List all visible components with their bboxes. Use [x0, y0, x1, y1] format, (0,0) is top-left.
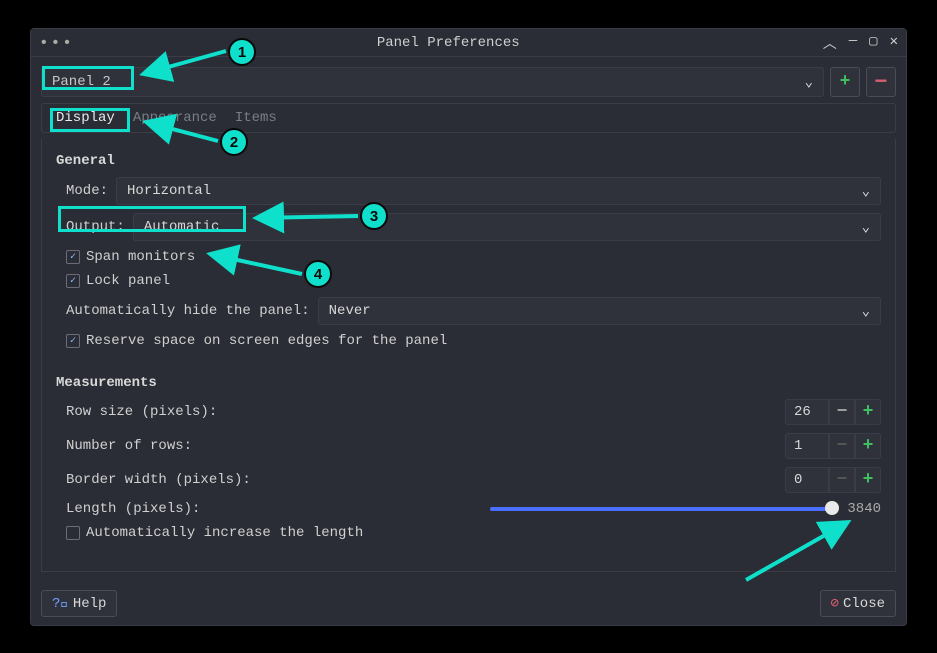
- num-rows-input[interactable]: 1: [785, 433, 829, 459]
- num-rows-increment[interactable]: +: [855, 433, 881, 459]
- length-row: Length (pixels): 3840: [66, 501, 881, 517]
- row-size-decrement[interactable]: −: [829, 399, 855, 425]
- window-controls: ︿ — ▢ ✕: [823, 33, 898, 53]
- length-label: Length (pixels):: [66, 501, 200, 517]
- content: Panel 2 ⌄ + − Display Appearance Items G…: [31, 57, 906, 582]
- tab-body: General Mode: Horizontal ⌄ Output: Autom…: [41, 139, 896, 572]
- mode-value: Horizontal: [127, 183, 211, 199]
- help-icon: ?⃝: [52, 596, 69, 612]
- reserve-space-checkbox[interactable]: [66, 334, 80, 348]
- tab-display[interactable]: Display: [56, 110, 115, 126]
- panel-preferences-window: ••• Panel Preferences ︿ — ▢ ✕ Panel 2 ⌄ …: [30, 28, 907, 626]
- span-monitors-label: Span monitors: [86, 249, 195, 265]
- chevron-down-icon: ⌄: [862, 219, 870, 236]
- row-size-label: Row size (pixels):: [66, 404, 785, 420]
- panel-selector-row: Panel 2 ⌄ + −: [41, 67, 896, 97]
- tab-bar: Display Appearance Items: [41, 103, 896, 133]
- lock-panel-row: Lock panel: [66, 273, 881, 289]
- footer: ?⃝ Help ⊘ Close: [31, 582, 906, 625]
- lock-panel-checkbox[interactable]: [66, 274, 80, 288]
- autohide-select[interactable]: Never ⌄: [318, 297, 881, 325]
- close-icon: ⊘: [831, 595, 839, 612]
- window-title: Panel Preferences: [74, 35, 823, 51]
- tab-items[interactable]: Items: [235, 110, 277, 126]
- num-rows-label: Number of rows:: [66, 438, 785, 454]
- titlebar: ••• Panel Preferences ︿ — ▢ ✕: [31, 29, 906, 57]
- help-label: Help: [73, 596, 107, 612]
- row-size-input[interactable]: 26: [785, 399, 829, 425]
- window-up-icon[interactable]: ︿: [823, 33, 837, 53]
- mode-label: Mode:: [66, 183, 108, 199]
- minimize-icon[interactable]: —: [849, 33, 857, 53]
- span-monitors-checkbox[interactable]: [66, 250, 80, 264]
- output-label: Output:: [66, 219, 125, 235]
- output-row: Output: Automatic ⌄: [66, 213, 881, 241]
- reserve-space-row: Reserve space on screen edges for the pa…: [66, 333, 881, 349]
- help-button[interactable]: ?⃝ Help: [41, 590, 117, 617]
- border-width-input[interactable]: 0: [785, 467, 829, 493]
- border-width-increment[interactable]: +: [855, 467, 881, 493]
- slider-thumb[interactable]: [825, 501, 839, 515]
- autohide-label: Automatically hide the panel:: [66, 303, 310, 319]
- close-label: Close: [843, 596, 885, 612]
- row-size-increment[interactable]: +: [855, 399, 881, 425]
- close-window-icon[interactable]: ✕: [890, 33, 898, 53]
- auto-increase-row: Automatically increase the length: [66, 525, 881, 541]
- auto-increase-label: Automatically increase the length: [86, 525, 363, 541]
- chevron-down-icon: ⌄: [862, 183, 870, 200]
- lock-panel-label: Lock panel: [86, 273, 170, 289]
- num-rows-row: Number of rows: 1 − +: [66, 433, 881, 459]
- reserve-space-label: Reserve space on screen edges for the pa…: [86, 333, 447, 349]
- window-menu-icon[interactable]: •••: [39, 34, 74, 52]
- mode-select[interactable]: Horizontal ⌄: [116, 177, 881, 205]
- output-select[interactable]: Automatic ⌄: [133, 213, 881, 241]
- close-button[interactable]: ⊘ Close: [820, 590, 896, 617]
- panel-selector-value: Panel 2: [52, 74, 111, 90]
- chevron-down-icon: ⌄: [862, 303, 870, 320]
- border-width-label: Border width (pixels):: [66, 472, 785, 488]
- length-value: 3840: [847, 501, 881, 517]
- span-monitors-row: Span monitors: [66, 249, 881, 265]
- autohide-row: Automatically hide the panel: Never ⌄: [66, 297, 881, 325]
- num-rows-decrement[interactable]: −: [829, 433, 855, 459]
- panel-selector[interactable]: Panel 2 ⌄: [41, 67, 824, 97]
- border-width-row: Border width (pixels): 0 − +: [66, 467, 881, 493]
- chevron-down-icon: ⌄: [805, 74, 813, 91]
- mode-row: Mode: Horizontal ⌄: [66, 177, 881, 205]
- section-measurements: Measurements: [56, 375, 881, 391]
- remove-panel-button[interactable]: −: [866, 67, 896, 97]
- maximize-icon[interactable]: ▢: [869, 33, 877, 53]
- auto-increase-checkbox[interactable]: [66, 526, 80, 540]
- tab-appearance[interactable]: Appearance: [133, 110, 217, 126]
- add-panel-button[interactable]: +: [830, 67, 860, 97]
- length-slider[interactable]: [490, 507, 837, 511]
- row-size-row: Row size (pixels): 26 − +: [66, 399, 881, 425]
- border-width-decrement[interactable]: −: [829, 467, 855, 493]
- output-value: Automatic: [144, 219, 220, 235]
- section-general: General: [56, 153, 881, 169]
- autohide-value: Never: [329, 303, 371, 319]
